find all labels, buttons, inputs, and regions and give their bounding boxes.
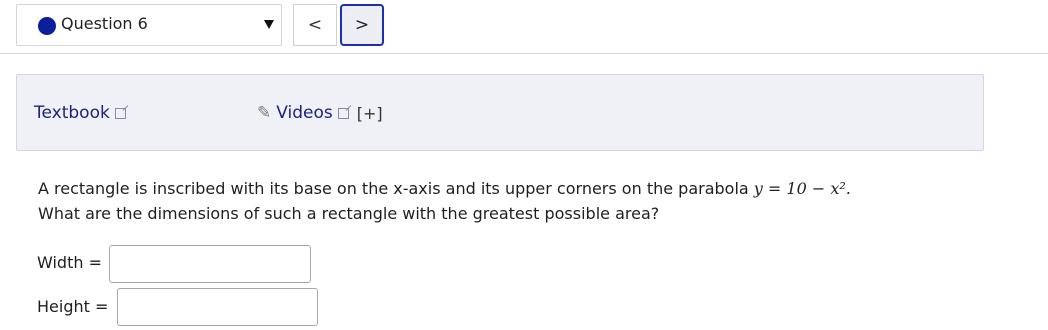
question-status-dot	[38, 17, 56, 35]
parabola-equation: y = 10 − x².	[753, 179, 851, 198]
header-divider	[0, 53, 1048, 54]
videos-label: Videos	[276, 103, 333, 123]
height-input[interactable]	[117, 288, 318, 326]
problem-text-1: A rectangle is inscribed with its base o…	[38, 179, 749, 198]
height-label: Height =	[37, 297, 109, 316]
paperclip-icon: ✎	[257, 103, 272, 123]
chevron-right-icon: >	[354, 15, 370, 35]
next-question-button[interactable]: >	[340, 4, 384, 46]
textbook-link[interactable]: Textbook	[34, 103, 126, 123]
question-selector[interactable]: Question 6	[16, 4, 282, 46]
videos-resource: ✎ Videos [+]	[257, 103, 383, 123]
textbook-label: Textbook	[34, 103, 110, 123]
problem-line-1: A rectangle is inscribed with its base o…	[38, 176, 851, 201]
dropdown-caret-icon[interactable]	[264, 20, 274, 29]
width-input[interactable]	[109, 245, 311, 283]
width-label: Width =	[37, 253, 102, 272]
question-label: Question 6	[61, 14, 148, 33]
problem-line-2: What are the dimensions of such a rectan…	[38, 204, 660, 223]
videos-link[interactable]: Videos	[276, 103, 349, 123]
resources-panel: Textbook ✎ Videos [+]	[16, 74, 984, 151]
external-link-icon	[337, 108, 349, 119]
chevron-left-icon: <	[307, 15, 323, 35]
videos-expand-toggle[interactable]: [+]	[357, 104, 383, 123]
problem-statement: A rectangle is inscribed with its base o…	[38, 176, 851, 226]
external-link-icon	[114, 108, 126, 119]
previous-question-button[interactable]: <	[293, 4, 337, 46]
